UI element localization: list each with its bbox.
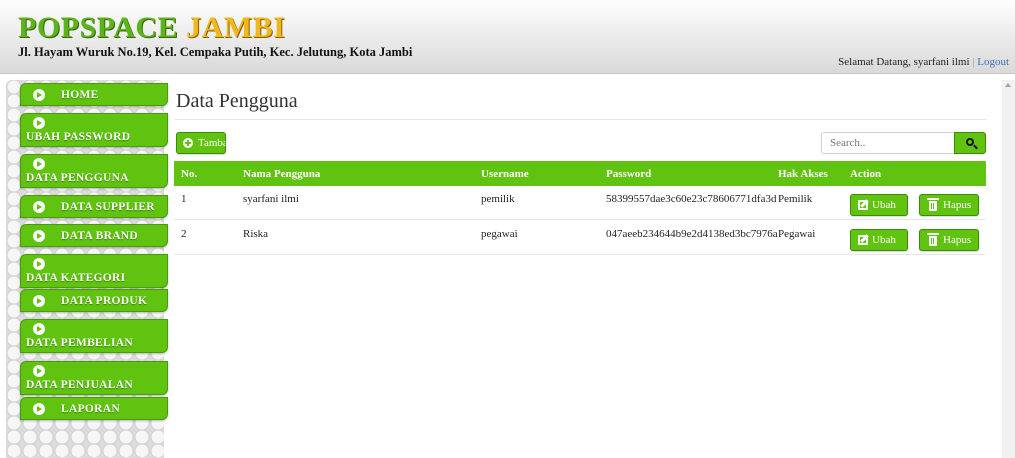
trash-icon [927, 198, 939, 211]
brand-popspace: POPSPACE [18, 11, 179, 44]
welcome-separator: | [972, 56, 975, 68]
logout-link[interactable]: Logout [977, 56, 1009, 68]
cell-username: pegawai [481, 228, 518, 240]
vertical-scrollbar[interactable] [1002, 80, 1015, 458]
column-header-username: Username [481, 168, 529, 180]
sidebar-item-laporan[interactable]: LAPORAN [20, 397, 168, 420]
edit-button[interactable]: Ubah [850, 229, 908, 251]
delete-button[interactable]: Hapus [919, 229, 979, 251]
sidebar-item-data-kategori[interactable]: DATA KATEGORI [20, 254, 168, 288]
circle-arrow-icon [33, 201, 45, 213]
sidebar-item-data-pengguna[interactable]: DATA PENGGUNA [20, 154, 168, 188]
search-button[interactable] [954, 132, 986, 154]
add-button-label: Tambah [198, 137, 234, 149]
sidebar-item-data-supplier[interactable]: DATA SUPPLIER [20, 195, 168, 218]
site-header: POPSPACE JAMBI Jl. Hayam Wuruk No.19, Ke… [0, 0, 1015, 74]
scroll-up-icon[interactable] [1005, 83, 1011, 87]
brand-jambi: JAMBI [186, 11, 286, 44]
sidebar-item-label: DATA KATEGORI [26, 272, 126, 284]
circle-arrow-icon [33, 365, 45, 377]
sidebar-item-data-brand[interactable]: DATA BRAND [20, 224, 168, 247]
edit-icon [858, 200, 868, 210]
sidebar-item-ubah-password[interactable]: UBAH PASSWORD [20, 113, 168, 147]
sidebar-item-label: DATA PRODUK [61, 295, 148, 307]
search-icon-handle [973, 144, 978, 150]
sidebar-item-label: DATA SUPPLIER [61, 201, 155, 213]
sidebar-item-label: DATA PEMBELIAN [26, 337, 133, 349]
sidebar-item-home[interactable]: HOME [20, 83, 168, 106]
trash-icon [927, 233, 939, 246]
plus-circle-icon [183, 138, 193, 148]
table-header: No. Nama Pengguna Username Password Hak … [174, 161, 986, 186]
cell-hak-akses: Pemilik [778, 193, 813, 205]
column-header-password: Password [606, 168, 652, 180]
add-user-button[interactable]: Tambah [176, 132, 233, 154]
welcome-bar: Selamat Datang, syarfani ilmi | Logout [838, 56, 1009, 68]
site-logo: POPSPACE JAMBI [18, 13, 285, 43]
column-header-hak-akses: Hak Akses [778, 168, 828, 180]
sidebar-item-label: HOME [61, 89, 99, 101]
cell-username: pemilik [481, 193, 515, 205]
cell-no: 1 [181, 193, 187, 205]
circle-arrow-icon [33, 258, 45, 270]
column-header-no: No. [181, 168, 198, 180]
edit-button[interactable]: Ubah [850, 194, 908, 216]
circle-arrow-icon [33, 323, 45, 335]
table-row: 1 syarfani ilmi pemilik 58399557dae3c60e… [174, 186, 986, 220]
circle-arrow-icon [33, 230, 45, 242]
store-address: Jl. Hayam Wuruk No.19, Kel. Cempaka Puti… [18, 45, 413, 59]
cell-no: 2 [181, 228, 187, 240]
circle-arrow-icon [33, 295, 45, 307]
title-divider [174, 119, 986, 120]
sidebar-item-label: LAPORAN [61, 403, 120, 415]
welcome-text: Selamat Datang, syarfani ilmi [838, 56, 970, 68]
delete-button-label: Hapus [943, 234, 972, 246]
column-header-nama: Nama Pengguna [243, 168, 321, 180]
sidebar-item-data-penjualan[interactable]: DATA PENJUALAN [20, 361, 168, 395]
delete-button-label: Hapus [943, 199, 972, 211]
sidebar: HOME UBAH PASSWORD DATA PENGGUNA DATA SU… [6, 80, 168, 458]
sidebar-item-label: DATA BRAND [61, 230, 139, 242]
cell-nama: syarfani ilmi [243, 193, 299, 205]
edit-button-label: Ubah [872, 234, 896, 246]
circle-arrow-icon [33, 89, 45, 101]
page-title: Data Pengguna [176, 90, 298, 112]
sidebar-item-label: UBAH PASSWORD [26, 131, 131, 143]
cell-nama: Riska [243, 228, 269, 240]
table-row: 2 Riska pegawai 047aeeb234644b9e2d4138ed… [174, 221, 986, 255]
edit-button-label: Ubah [872, 199, 896, 211]
circle-arrow-icon [33, 117, 45, 129]
cell-password: 047aeeb234644b9e2d4138ed3bc7976a [606, 228, 778, 240]
sidebar-item-data-pembelian[interactable]: DATA PEMBELIAN [20, 319, 168, 353]
circle-arrow-icon [33, 403, 45, 415]
sidebar-item-data-produk[interactable]: DATA PRODUK [20, 289, 168, 312]
delete-button[interactable]: Hapus [919, 194, 979, 216]
circle-arrow-icon [33, 158, 45, 170]
search-input[interactable] [821, 132, 955, 154]
cell-hak-akses: Pegawai [778, 228, 816, 240]
cell-password: 58399557dae3c60e23c78606771dfa3d [606, 193, 777, 205]
sidebar-item-label: DATA PENJUALAN [26, 379, 133, 391]
sidebar-item-label: DATA PENGGUNA [26, 172, 129, 184]
column-header-action: Action [850, 168, 882, 180]
edit-icon [858, 235, 868, 245]
